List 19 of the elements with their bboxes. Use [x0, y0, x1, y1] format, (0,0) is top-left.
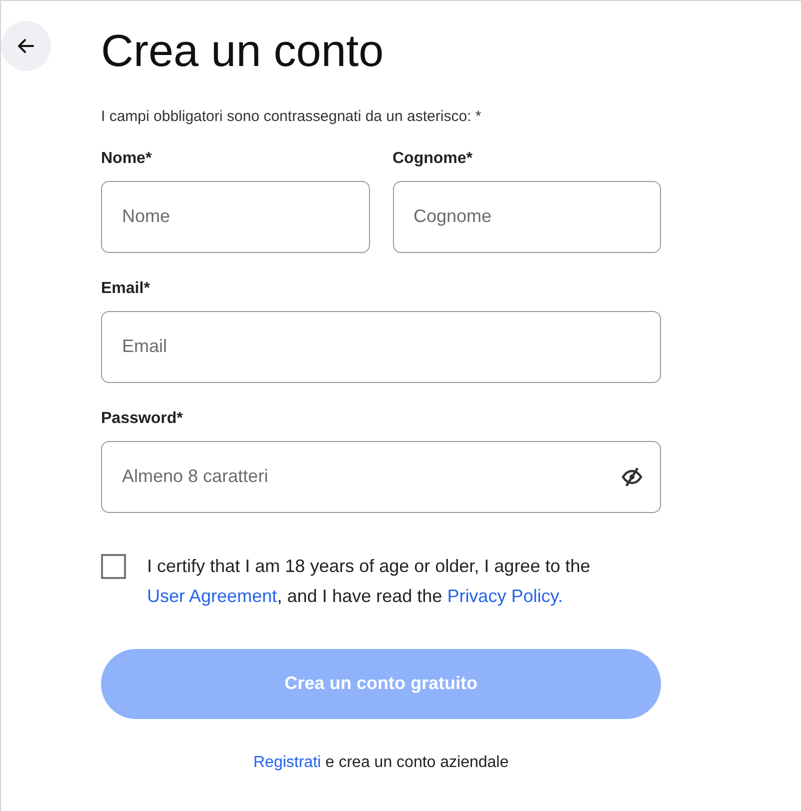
business-account-text: Registrati e crea un conto aziendale	[252, 752, 510, 772]
back-button[interactable]	[1, 21, 51, 71]
page-title: Crea un conto	[101, 24, 385, 73]
consent-checkbox[interactable]	[101, 554, 126, 578]
input-field[interactable]: Nome	[101, 180, 370, 252]
field-label: Password*	[101, 408, 184, 428]
field-label: Nome*	[101, 148, 153, 168]
hidden-eye-icon[interactable]	[621, 466, 643, 486]
consent-text: I certify that I am 18 years of age or older, I agree to the User Agreement, and I have read the Privacy Policy.	[147, 554, 592, 608]
link[interactable]: User Agreement	[147, 586, 278, 606]
input-field[interactable]: Email	[101, 310, 661, 382]
link[interactable]: Privacy Policy.	[447, 586, 563, 606]
field-label: Email*	[101, 278, 151, 298]
required-note: I campi obbligatori sono contrassegnati da un asterisco: *	[101, 107, 482, 127]
field-label: Cognome*	[392, 148, 474, 168]
input-field[interactable]: Cognome	[392, 180, 661, 252]
password-field[interactable]: Almeno 8 caratteri	[101, 440, 661, 512]
back-arrow-icon	[16, 36, 36, 56]
link[interactable]: Registrati	[253, 754, 321, 770]
